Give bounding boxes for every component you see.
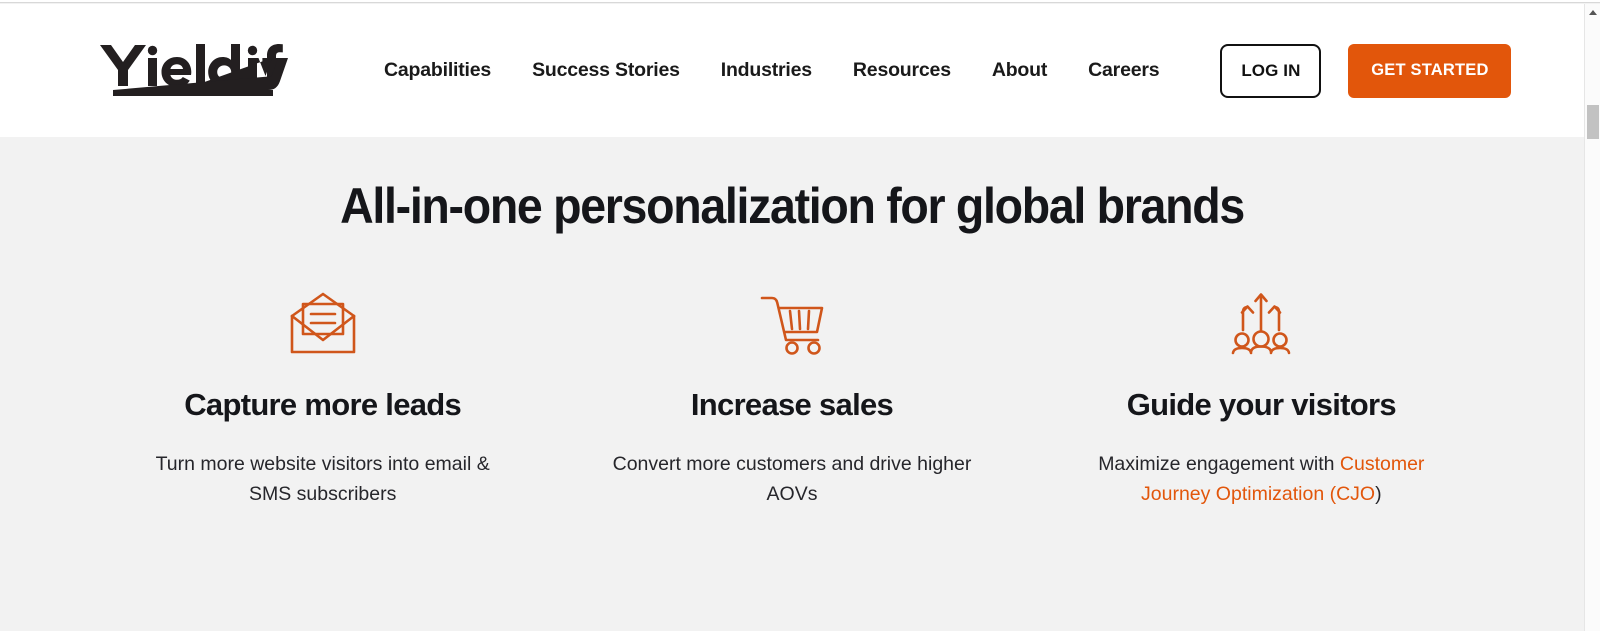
feature-card-capture-more-leads: Capture more leads Turn more website vis… — [88, 287, 557, 509]
get-started-button[interactable]: GET STARTED — [1348, 43, 1512, 98]
feature-card-title: Increase sales — [690, 387, 894, 422]
shopping-cart-icon — [577, 287, 1006, 359]
page-title: All-in-one personalization for global br… — [340, 178, 1245, 234]
feature-card-text-tail: ) — [1375, 483, 1382, 505]
feature-card-title: Guide your visitors — [1126, 387, 1397, 422]
nav-item-success-stories[interactable]: Success Stories — [532, 59, 680, 82]
feature-card-text-body: Maximize engagement with — [1098, 453, 1340, 475]
nav-item-careers[interactable]: Careers — [1088, 59, 1159, 82]
nav-item-about[interactable]: About — [992, 59, 1048, 82]
feature-card-text: Maximize engagement with Customer Journe… — [1081, 449, 1441, 509]
site-header: Capabilities Success Stories Industries … — [0, 4, 1584, 137]
open-envelope-icon — [108, 287, 537, 359]
yieldify-logo — [100, 43, 288, 96]
feature-card-text-body: Convert more customers and drive higher … — [612, 453, 972, 505]
feature-card-guide-your-visitors: Guide your visitors Maximize engagement … — [1027, 287, 1496, 509]
page-viewport: Capabilities Success Stories Industries … — [0, 4, 1584, 631]
nav-item-capabilities[interactable]: Capabilities — [384, 59, 491, 82]
feature-card-text: Turn more website visitors into email & … — [143, 449, 503, 509]
feature-cards: Capture more leads Turn more website vis… — [0, 287, 1584, 509]
feature-card-text-body: Turn more website visitors into email & … — [155, 453, 490, 505]
logo-link[interactable] — [98, 37, 288, 105]
audience-growth-icon — [1047, 287, 1476, 359]
feature-card-text: Convert more customers and drive higher … — [612, 449, 972, 509]
login-button[interactable]: LOG IN — [1220, 43, 1322, 98]
scroll-up-arrow-icon[interactable] — [1589, 10, 1597, 15]
vertical-scrollbar[interactable] — [1584, 4, 1600, 631]
feature-card-title: Capture more leads — [184, 387, 462, 422]
main-content: All-in-one personalization for global br… — [0, 137, 1584, 631]
feature-card-increase-sales: Increase sales Convert more customers an… — [557, 287, 1026, 509]
scrollbar-thumb[interactable] — [1587, 105, 1599, 139]
browser-top-divider — [0, 0, 1600, 3]
header-actions: LOG IN GET STARTED — [1220, 43, 1512, 98]
main-navigation: Capabilities Success Stories Industries … — [384, 59, 1160, 82]
nav-item-resources[interactable]: Resources — [853, 59, 951, 82]
nav-item-industries[interactable]: Industries — [721, 59, 812, 82]
